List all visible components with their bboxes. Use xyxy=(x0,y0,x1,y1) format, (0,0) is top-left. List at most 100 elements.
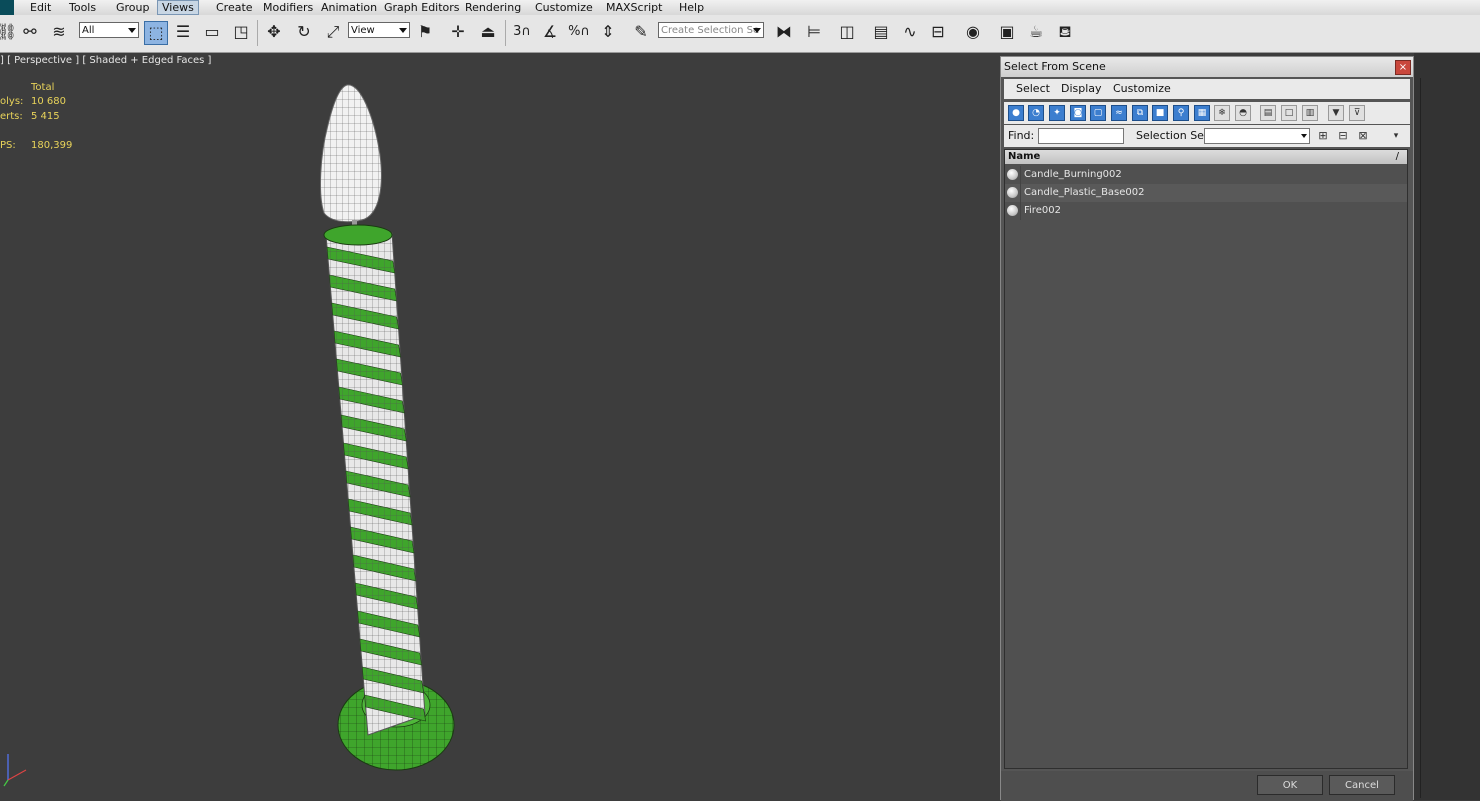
filter-shapes-icon[interactable]: ◔ xyxy=(1028,105,1044,121)
move-icon[interactable]: ✥ xyxy=(263,21,285,43)
edit-named-selection-icon[interactable]: ✎ xyxy=(630,21,652,43)
layer-manager-icon[interactable]: ◫ xyxy=(836,21,858,43)
dialog-title-bar[interactable]: Select From Scene xyxy=(1001,57,1413,77)
angle-snap-icon[interactable]: ∡ xyxy=(539,21,561,43)
stats-verts-label: erts: xyxy=(0,111,23,122)
filter-geometry-icon[interactable]: ● xyxy=(1008,105,1024,121)
select-object-icon[interactable]: ⬚ xyxy=(144,21,168,45)
candle-model[interactable] xyxy=(300,75,480,785)
dialog-footer: OK Cancel xyxy=(1001,771,1413,801)
list-item[interactable]: Candle_Burning002 xyxy=(1005,166,1407,184)
list-item[interactable]: Candle_Plastic_Base002 xyxy=(1005,184,1407,202)
select-manipulate-icon[interactable]: ✛ xyxy=(447,21,469,43)
rectangular-selection-icon[interactable]: ▭ xyxy=(201,21,223,43)
select-invert-icon[interactable]: ▥ xyxy=(1302,105,1318,121)
dialog-menu-display[interactable]: Display xyxy=(1061,79,1102,99)
schematic-view-icon[interactable]: ⊟ xyxy=(927,21,949,43)
filter-space-warps-icon[interactable]: ≈ xyxy=(1111,105,1127,121)
spinner-snap-icon[interactable]: ⇕ xyxy=(597,21,619,43)
column-header-name[interactable]: Name / xyxy=(1005,150,1407,164)
viewport-label[interactable]: ] [ Perspective ] [ Shaded + Edged Faces… xyxy=(0,55,211,66)
percent-snap-icon[interactable]: %∩ xyxy=(568,21,590,43)
menu-animation[interactable]: Animation xyxy=(317,0,381,15)
select-none-icon[interactable]: □ xyxy=(1281,105,1297,121)
menu-customize[interactable]: Customize xyxy=(531,0,597,15)
select-influences-icon[interactable]: ⊠ xyxy=(1356,128,1370,144)
select-by-name-icon[interactable]: ☰ xyxy=(172,21,194,43)
align-icon[interactable]: ⊨ xyxy=(803,21,825,43)
selection-set-dropdown[interactable] xyxy=(1204,128,1310,144)
chevron-down-icon xyxy=(399,28,407,33)
stats-polys-value: 10 680 xyxy=(31,96,66,107)
graphite-ribbon-icon[interactable]: ▤ xyxy=(870,21,892,43)
geometry-sphere-icon xyxy=(1007,187,1018,198)
menu-help[interactable]: Help xyxy=(675,0,708,15)
chevron-down-icon xyxy=(753,28,761,33)
select-all-icon[interactable]: ▤ xyxy=(1260,105,1276,121)
candle-body-wireframe xyxy=(326,233,425,735)
menu-graph-editors[interactable]: Graph Editors xyxy=(380,0,464,15)
stats-fps-value: 180,399 xyxy=(31,140,73,151)
list-item[interactable]: Fire002 xyxy=(1005,202,1407,220)
render-setup-icon[interactable]: ▣ xyxy=(996,21,1018,43)
filter-helpers-icon[interactable]: ▢ xyxy=(1090,105,1106,121)
dialog-menu-customize[interactable]: Customize xyxy=(1113,79,1171,99)
mirror-icon[interactable]: ⧓ xyxy=(773,21,795,43)
geometry-sphere-icon xyxy=(1007,205,1018,216)
object-name: Candle_Plastic_Base002 xyxy=(1024,187,1145,198)
toolbar-divider xyxy=(257,20,258,46)
menu-create[interactable]: Create xyxy=(212,0,257,15)
chevron-down-icon xyxy=(128,28,136,33)
menu-tools[interactable]: Tools xyxy=(65,0,100,15)
link-icon[interactable]: ⛓ xyxy=(0,21,18,43)
expand-toolbar-icon[interactable]: ▾ xyxy=(1389,128,1403,144)
filter-xrefs-icon[interactable]: ■ xyxy=(1152,105,1168,121)
filter-containers-icon[interactable]: ▦ xyxy=(1194,105,1210,121)
reference-coordinate-dropdown[interactable]: View xyxy=(348,22,410,38)
find-bar: Find: Selection Set: ⊞ ⊟ ⊠ ▾ xyxy=(1004,125,1410,147)
select-dependents-icon[interactable]: ⊟ xyxy=(1336,128,1350,144)
find-input[interactable] xyxy=(1038,128,1124,144)
menu-maxscript[interactable]: MAXScript xyxy=(602,0,666,15)
filter-hidden-icon[interactable]: ◓ xyxy=(1235,105,1251,121)
menu-views[interactable]: Views xyxy=(157,0,199,15)
unlink-icon[interactable]: ⚯ xyxy=(19,21,41,43)
filter-options-icon[interactable]: ⊽ xyxy=(1349,105,1365,121)
render-production-icon[interactable]: ⛾ xyxy=(1054,21,1076,43)
stats-verts-value: 5 415 xyxy=(31,111,60,122)
dialog-menu-select[interactable]: Select xyxy=(1016,79,1050,99)
display-filter-toolbar: ● ◔ ✦ ◙ ▢ ≈ ⧉ ■ ⚲ ▦ ❄ ◓ ▤ □ ▥ ▼ ⊽ xyxy=(1004,102,1410,124)
curve-editor-icon[interactable]: ∿ xyxy=(899,21,921,43)
rotate-icon[interactable]: ↻ xyxy=(293,21,315,43)
menu-edit[interactable]: Edit xyxy=(26,0,55,15)
select-children-icon[interactable]: ⊞ xyxy=(1316,128,1330,144)
menu-modifiers[interactable]: Modifiers xyxy=(259,0,317,15)
filter-cameras-icon[interactable]: ◙ xyxy=(1070,105,1086,121)
ok-button[interactable]: OK xyxy=(1257,775,1323,795)
keyboard-shortcut-override-icon[interactable]: ⏏ xyxy=(477,21,499,43)
named-selection-set-dropdown[interactable]: Create Selection Se xyxy=(658,22,764,38)
filter-groups-icon[interactable]: ⧉ xyxy=(1132,105,1148,121)
filter-frozen-icon[interactable]: ❄ xyxy=(1214,105,1230,121)
main-toolbar: ⛓ ⚯ ≋ All ⬚ ☰ ▭ ◳ ✥ ↻ ⤢ View ⚑ ✛ ⏏ 3∩ ∡ … xyxy=(0,15,1480,53)
bind-space-warp-icon[interactable]: ≋ xyxy=(48,21,70,43)
rendered-frame-window-icon[interactable]: ☕ xyxy=(1025,21,1047,43)
material-editor-icon[interactable]: ◉ xyxy=(962,21,984,43)
command-panel-area xyxy=(1414,53,1480,800)
cancel-button[interactable]: Cancel xyxy=(1329,775,1395,795)
pivot-center-icon[interactable]: ⚑ xyxy=(414,21,436,43)
perspective-viewport[interactable] xyxy=(0,53,1000,800)
filter-lights-icon[interactable]: ✦ xyxy=(1049,105,1065,121)
window-crossing-icon[interactable]: ◳ xyxy=(230,21,252,43)
menu-group[interactable]: Group xyxy=(112,0,154,15)
object-name: Fire002 xyxy=(1024,205,1061,216)
filter-bones-icon[interactable]: ⚲ xyxy=(1173,105,1189,121)
menu-rendering[interactable]: Rendering xyxy=(461,0,525,15)
snaps-toggle-icon[interactable]: 3∩ xyxy=(511,21,533,43)
app-logo-icon[interactable] xyxy=(0,0,14,15)
selection-filter-dropdown[interactable]: All xyxy=(79,22,139,38)
filter-funnel-icon[interactable]: ▼ xyxy=(1328,105,1344,121)
candle-top xyxy=(323,224,393,246)
close-icon[interactable]: × xyxy=(1395,60,1411,75)
scale-icon[interactable]: ⤢ xyxy=(322,21,344,43)
